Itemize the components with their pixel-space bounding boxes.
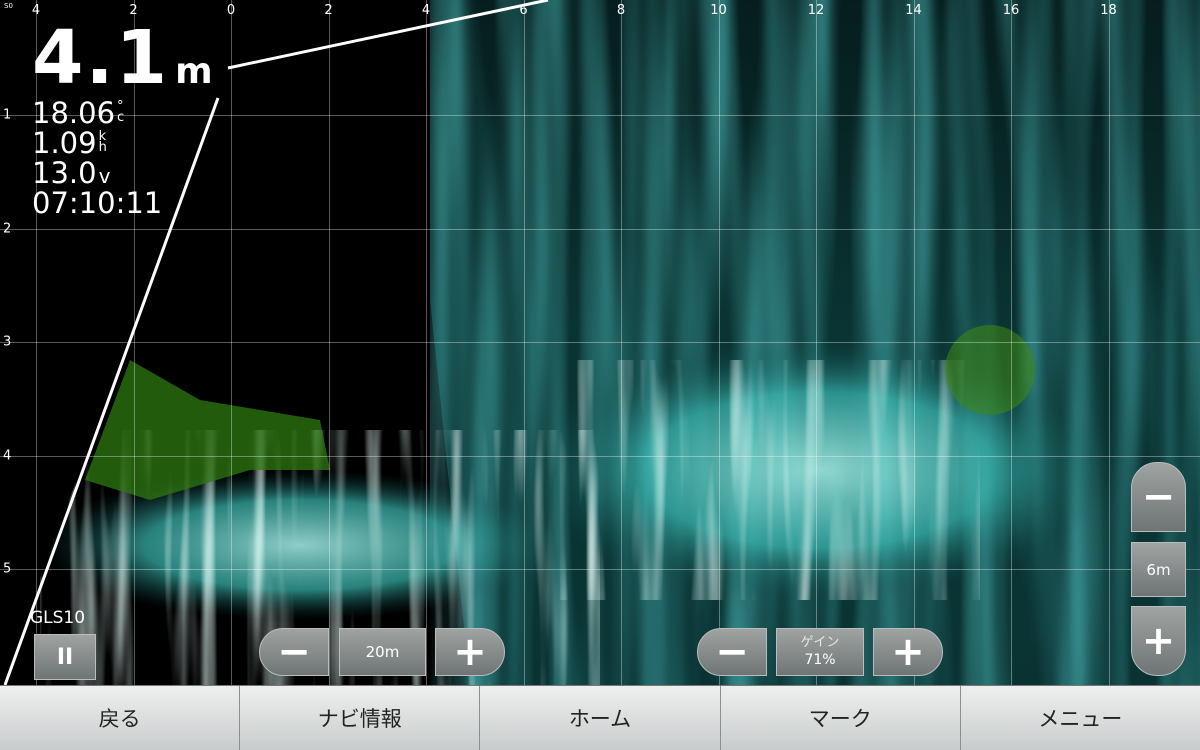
depth-scale-tick: 5 — [3, 561, 12, 577]
minus-icon: − — [277, 629, 311, 675]
gain-increase-button[interactable]: + — [873, 628, 943, 676]
gain-value-button[interactable]: ゲイン 71% — [776, 628, 864, 676]
mark-button[interactable]: マーク — [721, 686, 961, 750]
scale-unit-label: S0 — [4, 2, 13, 10]
horizontal-scale-tick: 2 — [324, 3, 333, 18]
horizontal-scale-tick: 16 — [1002, 3, 1020, 18]
horizontal-scale-tick: 0 — [226, 3, 236, 18]
depth-value: 4.1 — [32, 15, 170, 101]
gain-value: 71% — [804, 652, 836, 668]
plus-icon: + — [453, 629, 487, 675]
range-value: 20m — [365, 643, 400, 661]
range-value-button[interactable]: 20m — [339, 628, 426, 676]
speed: 1.09 k h — [32, 128, 107, 158]
range-decrease-button[interactable]: − — [259, 628, 329, 676]
back-button[interactable]: 戻る — [0, 686, 241, 750]
depth-scale-tick: 2 — [3, 221, 12, 236]
grid-line-horizontal — [0, 455, 1200, 457]
menu-button[interactable]: メニュー — [961, 686, 1200, 750]
water-temperature: 18.06 ° c — [32, 98, 124, 128]
pause-button[interactable]: II — [34, 634, 96, 680]
grid-line-horizontal — [0, 228, 1200, 230]
plus-icon: + — [1141, 618, 1176, 664]
horizontal-scale-tick: 14 — [905, 3, 922, 18]
plus-icon: + — [891, 629, 925, 675]
grid-line-horizontal — [0, 342, 1200, 343]
water-temp-value: 18.06 — [32, 96, 116, 130]
minus-icon: − — [715, 629, 749, 675]
minus-icon: − — [1141, 474, 1176, 520]
temp-unit-bottom: c — [117, 110, 125, 125]
depth-scale-tick: 3 — [3, 334, 12, 350]
gain-decrease-button[interactable]: − — [697, 628, 767, 676]
sonar-screen: 4 2 0 2 4 6 8 10 12 14 16 18 12345 S0 4.1 m 18.06 ° c … — [0, 0, 1200, 750]
horizontal-scale-tick: 8 — [616, 3, 626, 18]
horizontal-scale-tick: 12 — [807, 3, 825, 18]
grid-line-horizontal — [0, 569, 1200, 570]
home-button[interactable]: ホーム — [480, 686, 721, 750]
voltage-value: 13.0 — [32, 156, 97, 190]
depth-scale-decrease-button[interactable]: − — [1131, 462, 1186, 532]
speed-unit-bottom: h — [98, 140, 107, 155]
transducer-label: GLS10 — [30, 608, 86, 628]
depth-unit: m — [175, 51, 215, 92]
speed-value: 1.09 — [32, 126, 97, 160]
depth-scale-value-button[interactable]: 6m — [1131, 542, 1186, 597]
range-increase-button[interactable]: + — [435, 628, 505, 676]
depth-scale-increase-button[interactable]: + — [1131, 606, 1186, 676]
grid-line-horizontal — [0, 115, 1200, 116]
horizontal-scale-tick: 10 — [710, 3, 727, 18]
depth-scale-tick: 1 — [3, 107, 12, 123]
depth-scale-tick: 4 — [3, 448, 12, 463]
gain-title: ゲイン — [800, 635, 840, 650]
nav-info-button[interactable]: ナビ情報 — [240, 686, 481, 750]
sonar-scan-view: 4 2 0 2 4 6 8 10 12 14 16 18 12345 S0 4.1 m 18.06 ° c … — [0, 0, 1200, 685]
bottom-menu-bar: 戻る ナビ情報 ホーム マーク メニュー — [0, 685, 1200, 750]
voltage-unit: v — [98, 164, 111, 188]
horizontal-scale-tick: 6 — [519, 3, 528, 18]
horizontal-scale-tick: 4 — [421, 3, 431, 18]
depth-scale-value: 6m — [1146, 560, 1171, 579]
horizontal-scale-tick: 18 — [1100, 3, 1117, 18]
clock: 07:10:11 — [32, 186, 163, 220]
pause-icon: II — [56, 644, 74, 670]
